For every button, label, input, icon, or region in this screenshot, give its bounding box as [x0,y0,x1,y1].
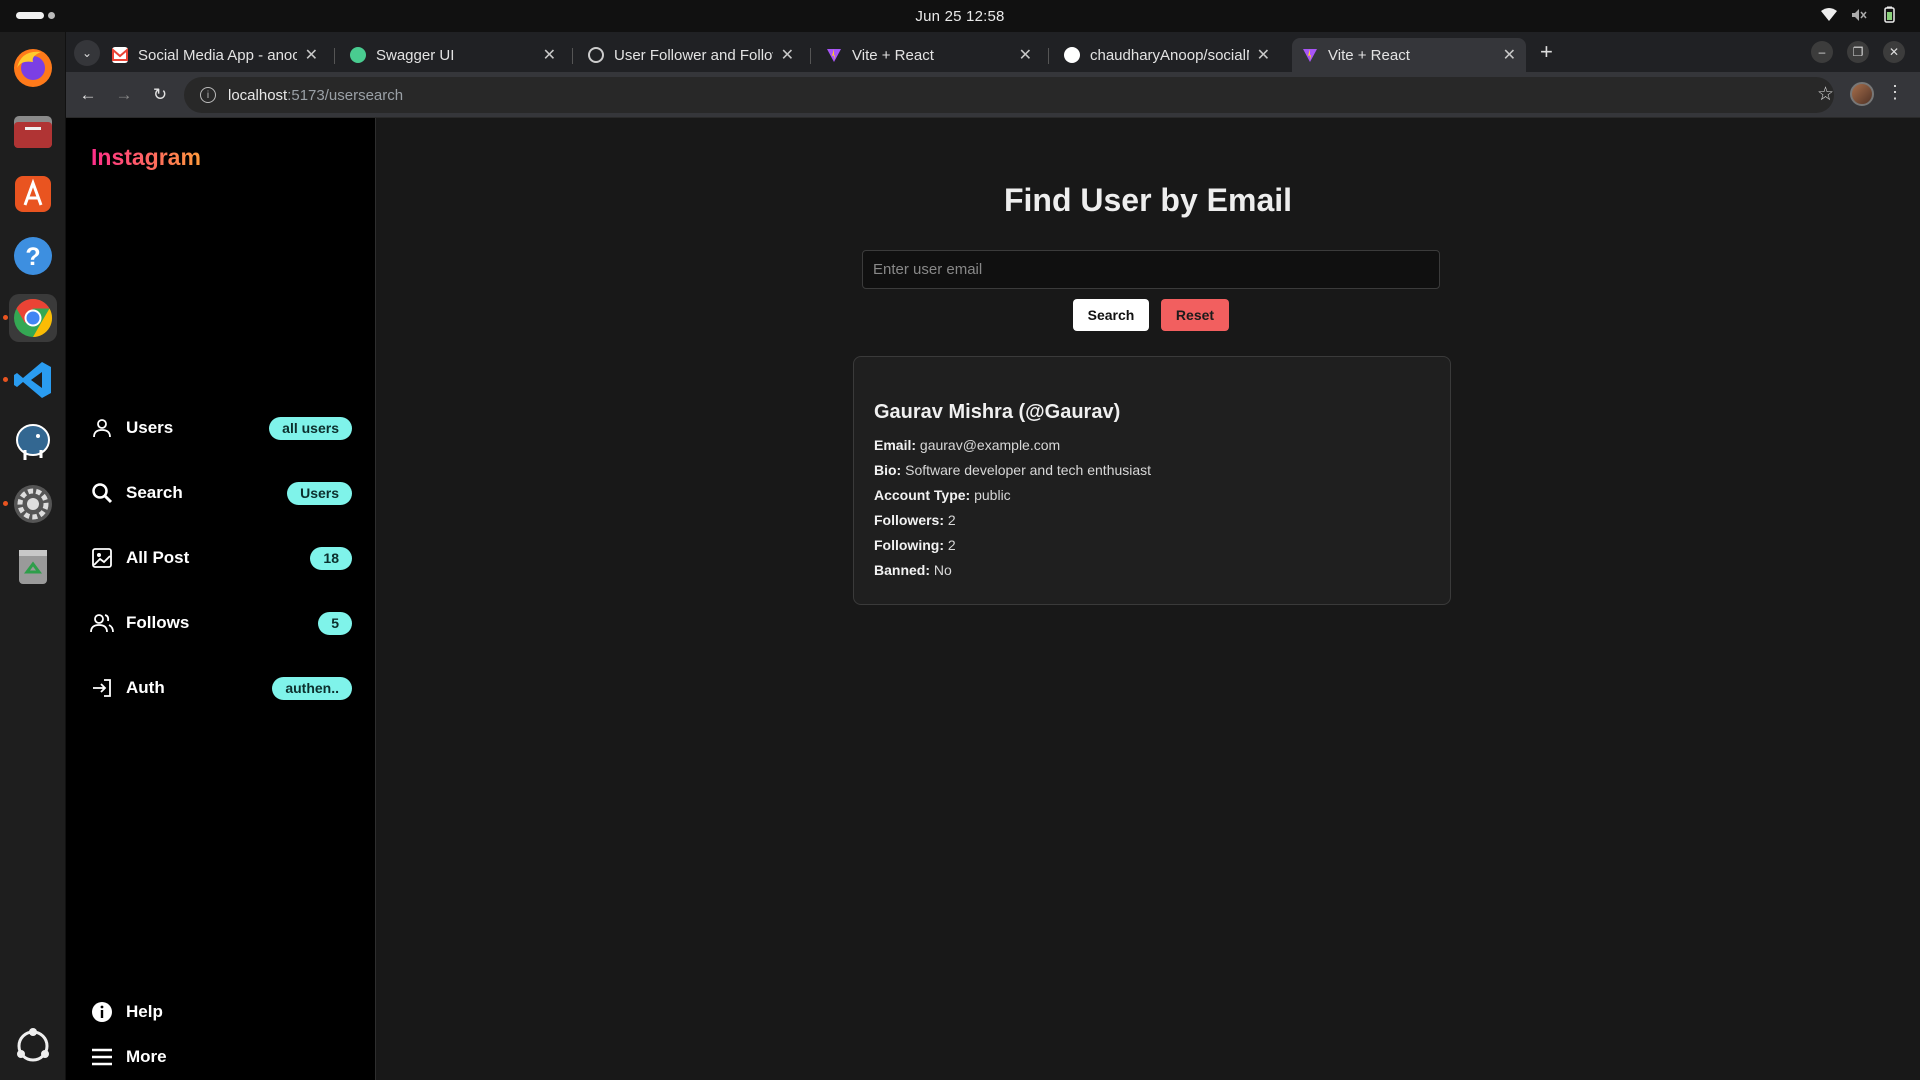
sidebar-item-search[interactable]: Search Users [90,475,352,511]
site-info-icon[interactable]: i [200,87,216,103]
menu-icon [90,1045,114,1069]
close-tab-icon[interactable]: ✕ [1019,45,1032,65]
tab-swagger[interactable]: Swagger UI ✕ [340,38,566,72]
tab-postman[interactable]: User Follower and Follow ✕ [578,38,804,72]
system-clock[interactable]: Jun 25 12:58 [915,8,1004,25]
tab-gmail[interactable]: Social Media App - anoop ✕ [102,38,328,72]
url-path: :5173/usersearch [287,86,404,104]
vite-icon [826,47,842,63]
search-badge: Users [287,481,352,505]
new-tab-button[interactable]: + [1540,41,1553,63]
user-account-type-row: Account Type: public [874,487,1011,503]
web-app: Instagram Users all users Search Users A… [66,118,1920,1080]
profile-avatar[interactable] [1850,82,1874,106]
show-apps-icon[interactable] [9,1022,57,1070]
tab-vite-react-active[interactable]: Vite + React ✕ [1292,38,1526,72]
url-host: localhost [228,86,288,104]
brand-logo[interactable]: Instagram [91,144,201,171]
image-icon [90,546,114,570]
wifi-icon [1820,6,1838,24]
search-icon [90,481,114,505]
bookmark-star-icon[interactable]: ☆ [1817,83,1834,106]
close-tab-icon[interactable]: ✕ [543,45,556,65]
user-email-row: Email: gaurav@example.com [874,437,1061,453]
user-following-value: 2 [947,537,956,553]
search-button[interactable]: Search [1073,299,1149,331]
forward-arrow-icon[interactable]: → [112,83,136,107]
page-title: Find User by Email [1003,182,1293,218]
sidebar-item-users[interactable]: Users all users [90,410,352,446]
main-content: Find User by Email Search Reset Gaurav M… [376,118,1920,1080]
user-icon [90,416,114,440]
volume-muted-icon [1850,6,1868,24]
close-tab-icon[interactable]: ✕ [781,45,794,65]
close-tab-icon[interactable]: ✕ [305,45,318,65]
user-followers-row: Followers: 2 [874,512,956,528]
restore-window-button[interactable]: ❐ [1847,41,1869,63]
address-bar[interactable]: i localhost:5173/usersearch [184,77,1834,113]
close-tab-icon[interactable]: ✕ [1503,45,1516,65]
trash-dock-icon[interactable] [9,542,57,590]
github-icon [1064,47,1080,63]
tab-vite-react[interactable]: Vite + React ✕ [816,38,1042,72]
settings-dock-icon[interactable] [3,480,57,528]
user-account-type-value: public [974,487,1011,503]
users-icon [90,611,114,635]
sidebar-item-follows[interactable]: Follows 5 [90,605,352,641]
vscode-dock-icon[interactable] [3,356,57,404]
chrome-dock-icon[interactable] [3,294,57,342]
user-bio-value: Software developer and tech enthusiast [905,462,1152,478]
email-search-input[interactable] [862,250,1440,289]
files-dock-icon[interactable] [9,108,57,156]
auth-badge: authen.. [272,676,352,700]
sidebar: Instagram Users all users Search Users A… [66,118,376,1080]
minimize-window-button[interactable]: – [1811,41,1833,63]
browser-tab-strip: ⌄ Social Media App - anoop ✕ Swagger UI … [66,32,1920,72]
activities-indicator[interactable] [16,12,55,19]
vite-icon [1302,47,1318,63]
application-dock: ? [0,32,66,1080]
sidebar-item-help[interactable]: Help [90,994,352,1030]
tab-search-button[interactable]: ⌄ [74,40,100,66]
reset-button[interactable]: Reset [1161,299,1229,331]
system-top-bar: Jun 25 12:58 [0,0,1920,32]
user-display-name: Gaurav Mishra (@Gaurav) [874,401,1121,423]
back-arrow-icon[interactable]: ← [76,83,100,107]
postgresql-dock-icon[interactable] [9,418,57,466]
user-banned-value: No [933,562,952,578]
close-window-button[interactable]: ✕ [1883,41,1905,63]
sidebar-item-auth[interactable]: Auth authen.. [90,670,352,706]
battery-icon [1880,6,1898,24]
sidebar-item-more[interactable]: More [90,1039,352,1075]
user-banned-row: Banned: No [874,562,952,578]
posts-count-badge: 18 [310,546,352,570]
system-tray[interactable] [1820,6,1898,24]
login-icon [90,676,114,700]
swagger-icon [350,47,366,63]
gmail-icon [112,47,128,63]
user-following-row: Following: 2 [874,537,956,553]
tab-github[interactable]: chaudharyAnoop/socialM ✕ [1054,38,1280,72]
reload-icon[interactable]: ↻ [148,83,172,107]
browser-menu-icon[interactable]: ⋮ [1886,82,1904,103]
info-icon [90,1000,114,1024]
follows-count-badge: 5 [318,611,352,635]
users-badge: all users [269,416,352,440]
user-result-card: Gaurav Mishra (@Gaurav) Email: gaurav@ex… [853,356,1451,605]
user-followers-value: 2 [947,512,956,528]
browser-toolbar: ← → ↻ i localhost:5173/usersearch ☆ ⋮ [66,72,1920,118]
postman-icon [588,47,604,63]
help-dock-icon[interactable]: ? [9,232,57,280]
svg-text:?: ? [25,243,40,271]
firefox-dock-icon[interactable] [9,44,57,92]
user-bio-row: Bio: Software developer and tech enthusi… [874,462,1152,478]
sidebar-item-all-post[interactable]: All Post 18 [90,540,352,576]
app-center-dock-icon[interactable] [9,170,57,218]
user-email-value: gaurav@example.com [919,437,1061,453]
close-tab-icon[interactable]: ✕ [1257,45,1270,65]
